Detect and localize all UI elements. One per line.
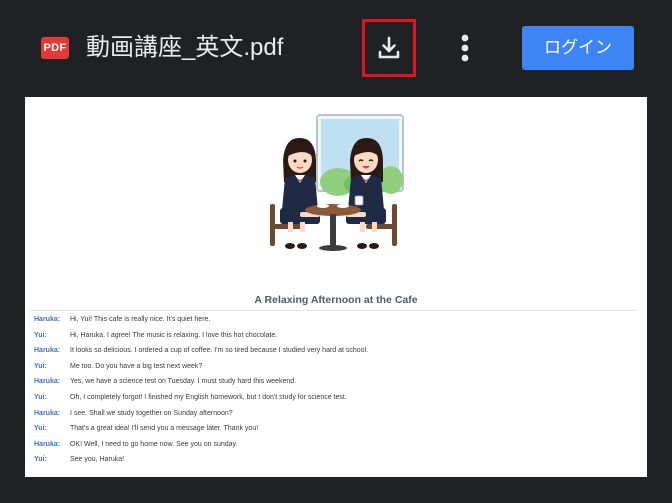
heading-divider <box>30 310 637 311</box>
pdf-page: A Relaxing Afternoon at the Cafe Haruka:… <box>25 97 647 477</box>
dialogue-line: Yui: Oh, I completely forgot! I finished … <box>34 390 644 406</box>
more-vertical-icon <box>461 34 469 62</box>
dialogue-text: It looks so delicious. I ordered a cup o… <box>70 347 369 355</box>
speaker-name: Yui: <box>34 362 47 370</box>
dialogue-list: Haruka: Hi, Yui! This cafe is really nice… <box>34 312 644 468</box>
dialogue-text: Yes, we have a science test on Tuesday. … <box>70 378 297 386</box>
speaker-name: Haruka: <box>34 409 61 417</box>
dialogue-line: Haruka: OK! Well, I need to go home now. … <box>34 437 644 453</box>
dialogue-line: Haruka: Hi, Yui! This cafe is really nice… <box>34 312 644 328</box>
dialogue-text: OK! Well, I need to go home now. See you… <box>70 440 238 448</box>
dialogue-text: Oh, I completely forgot! I finished my E… <box>70 393 347 401</box>
speaker-name: Haruka: <box>34 440 61 448</box>
file-name-title: 動画講座_英文.pdf <box>86 34 284 61</box>
dialogue-line: Yui: That's a great idea! I'll send you a… <box>34 421 644 437</box>
dialogue-line: Yui: See you, Haruka! <box>34 452 644 468</box>
more-options-button[interactable] <box>452 30 478 66</box>
dialogue-text: Hi, Yui! This cafe is really nice. It's … <box>70 316 211 323</box>
dialogue-line: Haruka: I see. Shall we study together on… <box>34 406 644 422</box>
dialogue-text: That's a great idea! I'll send you a mes… <box>70 425 259 433</box>
dialogue-text: I see. Shall we study together on Sunday… <box>70 409 233 417</box>
speaker-name: Haruka: <box>34 378 61 386</box>
speaker-name: Haruka: <box>34 347 61 355</box>
download-icon <box>378 36 400 59</box>
dialogue-line: Yui: Me too. Do you have a big test next … <box>34 359 644 375</box>
pdf-viewer-toolbar: PDF 動画講座_英文.pdf ログイン <box>0 0 672 97</box>
speaker-name: Yui: <box>34 456 47 464</box>
speaker-name: Haruka: <box>34 316 61 323</box>
speaker-name: Yui: <box>34 331 47 339</box>
dialogue-line: Haruka: It looks so delicious. I ordered … <box>34 343 644 359</box>
speaker-name: Yui: <box>34 393 47 401</box>
dialogue-text: See you, Haruka! <box>70 456 125 464</box>
pdf-file-icon: PDF <box>41 37 69 59</box>
dialogue-text: Hi, Haruka. I agree! The music is relaxi… <box>70 331 278 339</box>
document-heading: A Relaxing Afternoon at the Cafe <box>254 294 418 306</box>
dialogue-text: Me too. Do you have a big test next week… <box>70 362 203 370</box>
dialogue-line: Yui: Hi, Haruka. I agree! The music is re… <box>34 328 644 344</box>
speaker-name: Yui: <box>34 425 47 433</box>
download-button[interactable] <box>362 19 416 77</box>
login-button[interactable]: ログイン <box>522 26 634 70</box>
two-students-at-cafe-table-illustration <box>270 114 404 251</box>
dialogue-line: Haruka: Yes, we have a science test on Tu… <box>34 374 644 390</box>
